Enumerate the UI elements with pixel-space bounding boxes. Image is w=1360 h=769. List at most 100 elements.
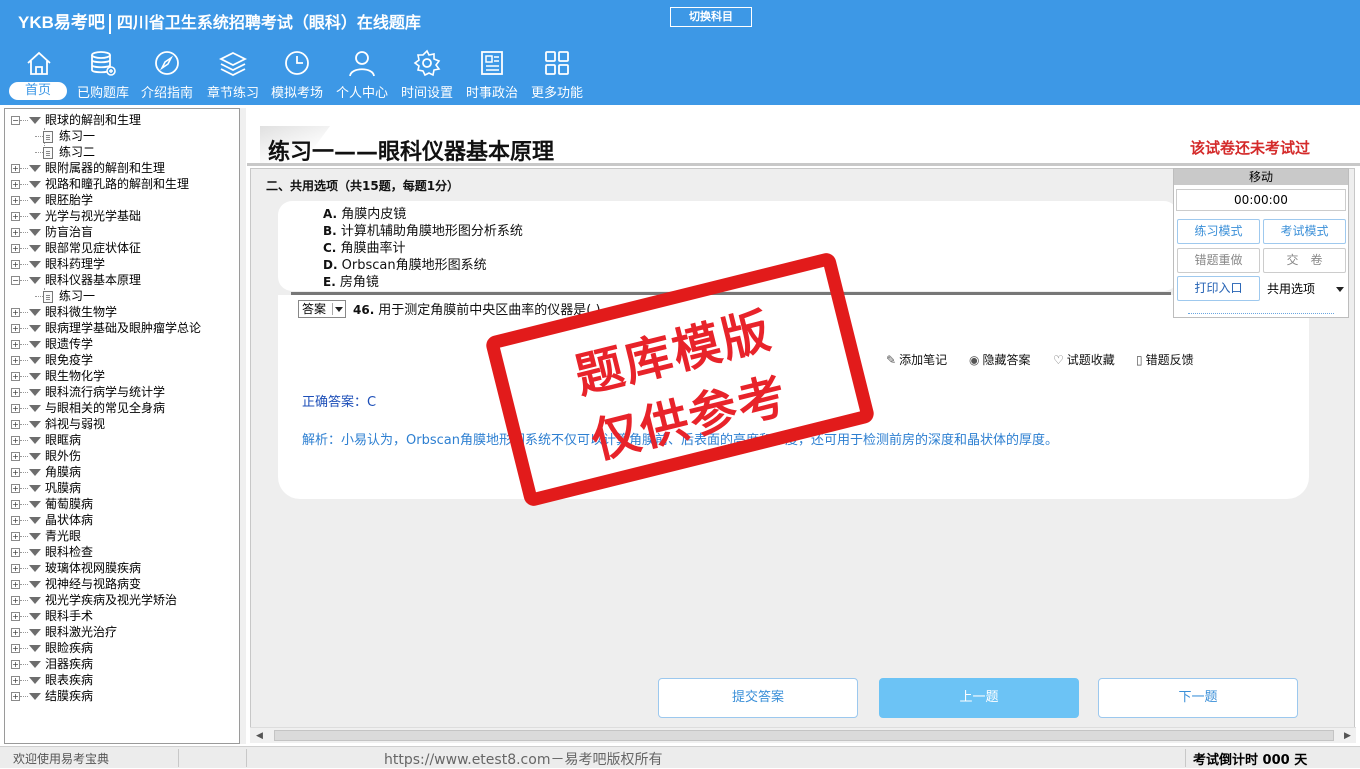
nav-guide[interactable]: 介绍指南 (136, 48, 198, 104)
tree-node[interactable]: + 眼胚胎学 (5, 192, 93, 208)
expand-icon[interactable]: + (11, 404, 20, 413)
scroll-right-icon[interactable]: ▶ (1344, 731, 1351, 741)
expand-icon[interactable]: + (11, 628, 20, 637)
tree-leaf[interactable]: 练习一 (5, 128, 95, 144)
tree-node[interactable]: + 眼科激光治疗 (5, 624, 117, 640)
tree-node[interactable]: + 视神经与视路病变 (5, 576, 141, 592)
hide-answer-button[interactable]: ◉ 隐藏答案 (969, 351, 1031, 368)
tree-node[interactable]: + 青光眼 (5, 528, 81, 544)
expand-icon[interactable]: + (11, 612, 20, 621)
question-type-select[interactable]: 共用选项 (1264, 276, 1348, 303)
tree-node[interactable]: + 眼部常见症状体征 (5, 240, 141, 256)
nav-current-affairs[interactable]: 时事政治 (461, 48, 523, 104)
expand-icon[interactable]: + (11, 420, 20, 429)
expand-icon[interactable]: + (11, 580, 20, 589)
tree-node[interactable]: + 眼科检查 (5, 544, 93, 560)
tree-node[interactable]: + 视光学疾病及视光学矫治 (5, 592, 177, 608)
expand-icon[interactable]: + (11, 516, 20, 525)
print-entry-button[interactable]: 打印入口 (1177, 276, 1260, 301)
expand-icon[interactable]: + (11, 596, 20, 605)
tree-scrollbar[interactable] (240, 108, 246, 744)
scrollbar-thumb[interactable] (274, 730, 1334, 741)
tree-node[interactable]: + 眼眶病 (5, 432, 81, 448)
tree-node[interactable]: + 眼睑疾病 (5, 640, 93, 656)
expand-icon[interactable]: + (11, 468, 20, 477)
tree-node[interactable]: + 晶状体病 (5, 512, 93, 528)
expand-icon[interactable]: + (11, 356, 20, 365)
collapse-icon[interactable]: − (11, 116, 20, 125)
scroll-left-icon[interactable]: ◀ (256, 731, 263, 741)
tree-node[interactable]: − 眼球的解剖和生理 (5, 112, 141, 128)
nav-mock-exam[interactable]: 模拟考场 (266, 48, 328, 104)
expand-icon[interactable]: + (11, 532, 20, 541)
expand-icon[interactable]: + (11, 692, 20, 701)
tree-node[interactable]: + 眼科微生物学 (5, 304, 117, 320)
tree-leaf[interactable]: 练习二 (5, 144, 95, 160)
expand-icon[interactable]: + (11, 228, 20, 237)
expand-icon[interactable]: + (11, 564, 20, 573)
tree-node[interactable]: + 眼遗传学 (5, 336, 93, 352)
tree-node[interactable]: + 眼科流行病学与统计学 (5, 384, 165, 400)
tree-node[interactable]: + 防盲治盲 (5, 224, 93, 240)
panel-move-handle[interactable]: 移动 (1174, 169, 1348, 185)
tree-node[interactable]: + 泪器疾病 (5, 656, 93, 672)
report-error-button[interactable]: ▯ 错题反馈 (1136, 351, 1194, 368)
exam-mode-button[interactable]: 考试模式 (1263, 219, 1346, 244)
tree-node[interactable]: + 眼附属器的解剖和生理 (5, 160, 165, 176)
tree-leaf[interactable]: 练习一 (5, 288, 95, 304)
tree-node[interactable]: + 斜视与弱视 (5, 416, 105, 432)
expand-icon[interactable]: + (11, 164, 20, 173)
submit-paper-button[interactable]: 交 卷 (1263, 248, 1346, 273)
tree-node[interactable]: + 葡萄膜病 (5, 496, 93, 512)
tree-node[interactable]: − 眼科仪器基本原理 (5, 272, 141, 288)
expand-icon[interactable]: + (11, 660, 20, 669)
expand-icon[interactable]: + (11, 196, 20, 205)
next-question-button[interactable]: 下一题 (1098, 678, 1298, 718)
tree-node[interactable]: + 眼表疾病 (5, 672, 93, 688)
tree-node[interactable]: + 眼病理学基础及眼肿瘤学总论 (5, 320, 201, 336)
tree-node[interactable]: + 眼生物化学 (5, 368, 105, 384)
expand-icon[interactable]: + (11, 644, 20, 653)
tree-node[interactable]: + 光学与视光学基础 (5, 208, 141, 224)
tree-node[interactable]: + 玻璃体视网膜疾病 (5, 560, 141, 576)
nav-more-features[interactable]: 更多功能 (526, 48, 588, 104)
expand-icon[interactable]: + (11, 260, 20, 269)
expand-icon[interactable]: + (11, 484, 20, 493)
practice-mode-button[interactable]: 练习模式 (1177, 219, 1260, 244)
tree-node[interactable]: + 巩膜病 (5, 480, 81, 496)
expand-icon[interactable]: + (11, 452, 20, 461)
expand-icon[interactable]: + (11, 244, 20, 253)
collapse-icon[interactable]: − (11, 276, 20, 285)
expand-icon[interactable]: + (11, 676, 20, 685)
prev-question-button[interactable]: 上一题 (879, 678, 1079, 718)
redo-wrong-button[interactable]: 错题重做 (1177, 248, 1260, 273)
tree-node[interactable]: + 结膜疾病 (5, 688, 93, 704)
expand-icon[interactable]: + (11, 388, 20, 397)
tree-node[interactable]: + 眼外伤 (5, 448, 81, 464)
expand-icon[interactable]: + (11, 340, 20, 349)
nav-home[interactable]: 首页 (8, 48, 70, 104)
tree-node[interactable]: + 眼免疫学 (5, 352, 93, 368)
expand-icon[interactable]: + (11, 212, 20, 221)
add-note-button[interactable]: ✎ 添加笔记 (886, 351, 947, 368)
panel-scrollbar[interactable] (1188, 310, 1334, 314)
tree-node[interactable]: + 与眼相关的常见全身病 (5, 400, 165, 416)
tree-node[interactable]: + 眼科手术 (5, 608, 93, 624)
expand-icon[interactable]: + (11, 548, 20, 557)
tree-node[interactable]: + 眼科药理学 (5, 256, 105, 272)
switch-subject-button[interactable]: 切换科目 (670, 7, 752, 27)
horizontal-scrollbar[interactable]: ◀ ▶ (250, 727, 1356, 743)
expand-icon[interactable]: + (11, 324, 20, 333)
expand-icon[interactable]: + (11, 436, 20, 445)
nav-time-settings[interactable]: 时间设置 (396, 48, 458, 104)
expand-icon[interactable]: + (11, 372, 20, 381)
expand-icon[interactable]: + (11, 180, 20, 189)
nav-personal-center[interactable]: 个人中心 (331, 48, 393, 104)
answer-select[interactable]: 答案 (298, 300, 346, 318)
favorite-button[interactable]: ♡ 试题收藏 (1053, 351, 1115, 368)
tree-node[interactable]: + 角膜病 (5, 464, 81, 480)
nav-chapter-practice[interactable]: 章节练习 (202, 48, 264, 104)
expand-icon[interactable]: + (11, 500, 20, 509)
expand-icon[interactable]: + (11, 308, 20, 317)
nav-purchased[interactable]: 已购题库 (72, 48, 134, 104)
